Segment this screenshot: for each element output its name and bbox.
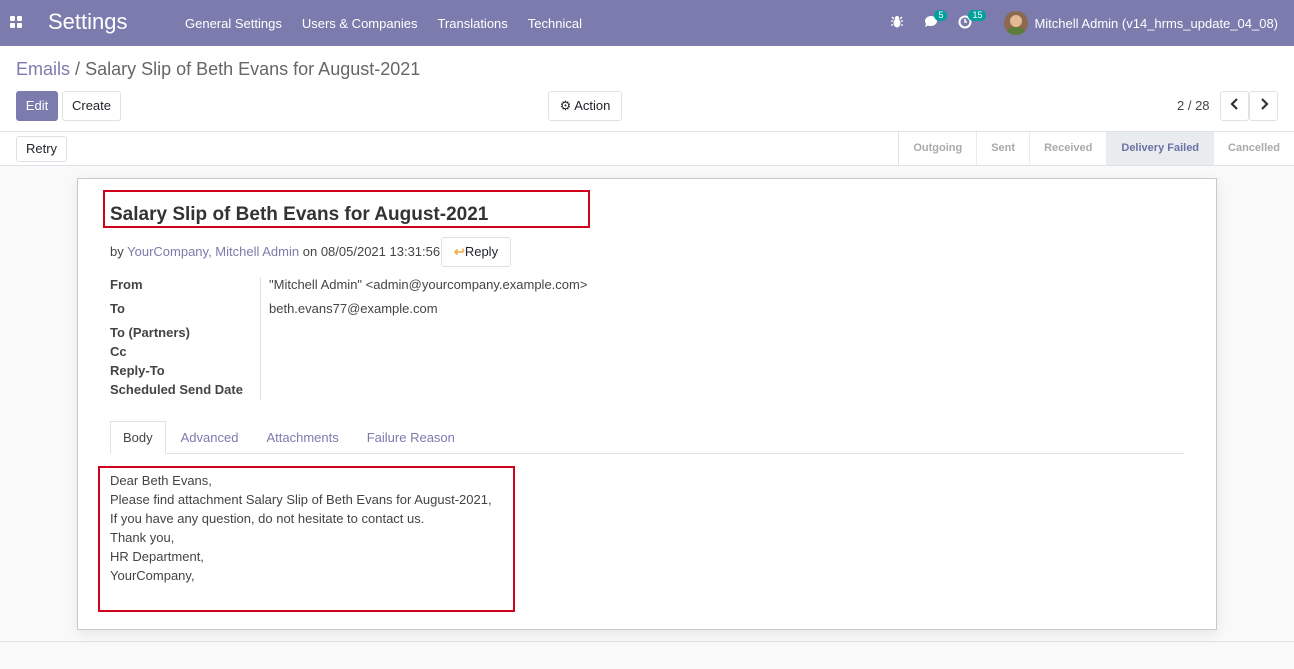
edit-button[interactable]: Edit bbox=[16, 91, 58, 121]
menu-item-translations[interactable]: Translations bbox=[427, 16, 517, 31]
breadcrumb-separator: / bbox=[75, 59, 81, 79]
pager-previous-button[interactable] bbox=[1220, 91, 1249, 121]
fields-divider bbox=[260, 277, 261, 400]
chevron-right-icon bbox=[1259, 98, 1269, 113]
field-label-cc: Cc bbox=[110, 344, 127, 359]
body-line: HR Department, bbox=[110, 549, 204, 564]
tab-attachments[interactable]: Attachments bbox=[253, 421, 351, 454]
menu-item-users-companies[interactable]: Users & Companies bbox=[292, 16, 428, 31]
body-line: Dear Beth Evans, bbox=[110, 473, 212, 488]
menu-item-general-settings[interactable]: General Settings bbox=[175, 16, 292, 31]
stage-delivery-failed[interactable]: Delivery Failed bbox=[1106, 132, 1214, 165]
field-label-from: From bbox=[110, 277, 143, 292]
body-line: If you have any question, do not hesitat… bbox=[110, 511, 425, 526]
notebook-tabs: Body Advanced Attachments Failure Reason bbox=[110, 421, 1184, 454]
tab-failure-reason[interactable]: Failure Reason bbox=[354, 421, 468, 454]
body-line: YourCompany, bbox=[110, 568, 195, 583]
field-label-to-partners: To (Partners) bbox=[110, 325, 190, 340]
body-line: Thank you, bbox=[110, 530, 175, 545]
action-button[interactable]: ⚙ Action bbox=[548, 91, 622, 121]
byline-by: by bbox=[110, 244, 124, 259]
stage-outgoing[interactable]: Outgoing bbox=[899, 132, 976, 165]
debug-bug-icon[interactable] bbox=[890, 15, 906, 31]
stage-received[interactable]: Received bbox=[1029, 132, 1106, 165]
tab-body[interactable]: Body bbox=[110, 421, 166, 454]
reply-arrow-icon: ↩ bbox=[453, 244, 465, 259]
status-stages: Outgoing Sent Received Delivery Failed C… bbox=[898, 132, 1294, 165]
avatar bbox=[1004, 11, 1029, 35]
menu-item-technical[interactable]: Technical bbox=[518, 16, 592, 31]
control-panel: Emails / Salary Slip of Beth Evans for A… bbox=[0, 46, 1294, 132]
systray: 5 15 Mitchell Admin (v14_hrms_update_04_… bbox=[890, 0, 1294, 46]
activities-clock-icon[interactable]: 15 bbox=[958, 10, 987, 31]
email-body: Dear Beth Evans, Please find attachment … bbox=[110, 471, 492, 585]
tab-advanced[interactable]: Advanced bbox=[168, 421, 252, 454]
activities-count-badge: 15 bbox=[968, 10, 987, 21]
field-value-to: beth.evans77@example.com bbox=[269, 301, 438, 316]
reply-button[interactable]: ↩Reply bbox=[441, 237, 511, 267]
reply-button-label: Reply bbox=[464, 244, 499, 259]
action-button-label: Action bbox=[574, 98, 611, 113]
body-line: Please find attachment Salary Slip of Be… bbox=[110, 492, 492, 507]
email-date: 08/05/2021 13:31:56 bbox=[320, 244, 441, 259]
top-navbar: Settings General Settings Users & Compan… bbox=[0, 0, 1294, 46]
email-form-sheet: Salary Slip of Beth Evans for August-202… bbox=[77, 178, 1217, 630]
field-label-reply-to: Reply-To bbox=[110, 363, 165, 378]
field-label-scheduled-send-date: Scheduled Send Date bbox=[110, 382, 243, 397]
chevron-left-icon bbox=[1229, 98, 1240, 113]
user-name: Mitchell Admin (v14_hrms_update_04_08) bbox=[1034, 15, 1278, 31]
create-button[interactable]: Create bbox=[62, 91, 121, 121]
breadcrumb-current: Salary Slip of Beth Evans for August-202… bbox=[85, 59, 421, 79]
app-title[interactable]: Settings bbox=[48, 9, 128, 35]
retry-button[interactable]: Retry bbox=[16, 136, 67, 162]
byline-on: on bbox=[302, 244, 318, 259]
main-menu: General Settings Users & Companies Trans… bbox=[175, 0, 592, 46]
user-menu[interactable]: Mitchell Admin (v14_hrms_update_04_08) bbox=[1004, 11, 1278, 35]
email-byline: by YourCompany, Mitchell Admin on 08/05/… bbox=[110, 244, 440, 259]
email-author-link[interactable]: YourCompany, Mitchell Admin bbox=[127, 244, 299, 259]
field-value-from: "Mitchell Admin" <admin@yourcompany.exam… bbox=[269, 277, 588, 292]
stage-cancelled[interactable]: Cancelled bbox=[1213, 132, 1294, 165]
field-label-to: To bbox=[110, 301, 125, 316]
breadcrumb: Emails / Salary Slip of Beth Evans for A… bbox=[16, 59, 420, 80]
messages-icon[interactable]: 5 bbox=[924, 10, 948, 31]
apps-menu-icon[interactable] bbox=[10, 16, 22, 28]
chatter-divider bbox=[0, 641, 1294, 642]
gear-icon: ⚙ bbox=[559, 98, 572, 113]
pager-value[interactable]: 2 / 28 bbox=[1177, 98, 1210, 113]
breadcrumb-emails-link[interactable]: Emails bbox=[16, 59, 70, 79]
messages-count-badge: 5 bbox=[934, 10, 948, 21]
status-bar: Retry Outgoing Sent Received Delivery Fa… bbox=[0, 132, 1294, 166]
email-subject: Salary Slip of Beth Evans for August-202… bbox=[110, 204, 489, 225]
stage-sent[interactable]: Sent bbox=[976, 132, 1029, 165]
pager-next-button[interactable] bbox=[1249, 91, 1278, 121]
